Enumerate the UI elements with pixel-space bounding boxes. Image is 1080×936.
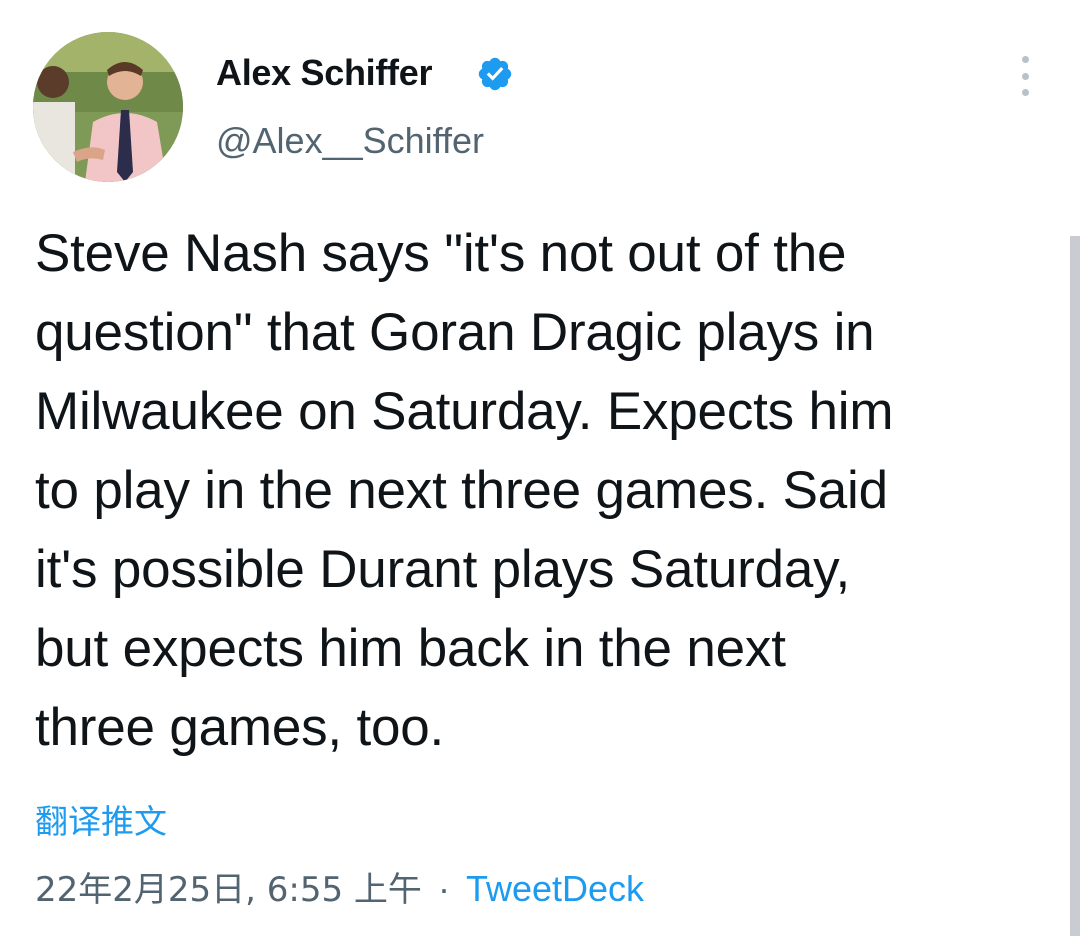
tweet-metadata: 22年2月25日, 6:55 上午 · TweetDeck: [35, 862, 644, 911]
tweet-timestamp[interactable]: 22年2月25日, 6:55 上午: [35, 870, 422, 910]
verified-badge-icon: [478, 57, 512, 91]
tweet-text: Steve Nash says "it's not out of the que…: [35, 224, 894, 757]
avatar[interactable]: [33, 32, 183, 182]
translate-tweet-link[interactable]: 翻译推文: [35, 795, 167, 843]
tweet-card: Alex Schiffer @Alex__Schiffer Steve Nash…: [0, 0, 1080, 936]
more-options-icon[interactable]: [1012, 56, 1038, 96]
avatar-photo-icon: [33, 32, 183, 182]
meta-separator: ·: [437, 868, 450, 909]
tweet-source-link[interactable]: TweetDeck: [466, 868, 644, 909]
author-handle[interactable]: @Alex__Schiffer: [216, 120, 484, 162]
author-name[interactable]: Alex Schiffer: [216, 52, 432, 94]
scrollbar[interactable]: [1070, 236, 1080, 936]
